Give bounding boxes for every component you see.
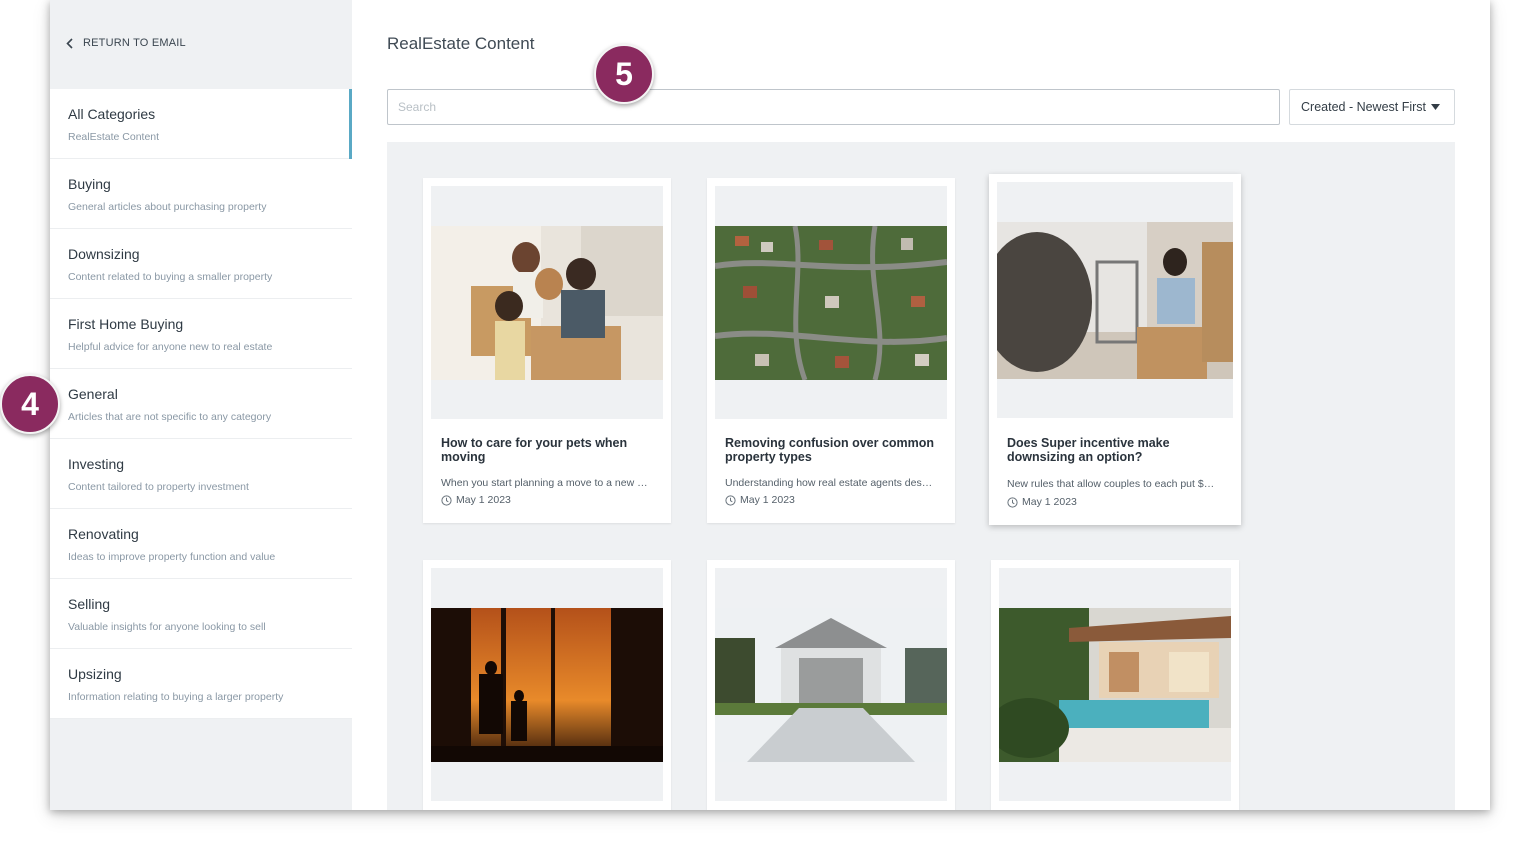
content-card[interactable]: How to care for your pets when moving Wh… (423, 178, 671, 523)
card-excerpt: New rules that allow couples to each put… (1007, 478, 1219, 490)
category-first-home-buying[interactable]: First Home Buying Helpful advice for any… (50, 299, 352, 369)
card-image-frame (999, 568, 1231, 801)
category-renovating[interactable]: Renovating Ideas to improve property fun… (50, 509, 352, 579)
category-description: Information relating to buying a larger … (68, 691, 284, 703)
content-card[interactable] (991, 560, 1239, 810)
category-description: Content tailored to property investment (68, 481, 249, 493)
content-card[interactable] (423, 560, 671, 810)
category-name: Selling (68, 596, 111, 612)
card-image-frame (715, 186, 947, 419)
category-description: Articles that are not specific to any ca… (68, 411, 272, 423)
content-card[interactable]: Does Super incentive make downsizing an … (989, 174, 1241, 525)
page-title: RealEstate Content (387, 34, 535, 53)
content-grid: How to care for your pets when moving Wh… (387, 142, 1455, 810)
category-investing[interactable]: Investing Content tailored to property i… (50, 439, 352, 509)
card-image-house-driveway (715, 608, 947, 762)
category-name: Upsizing (68, 666, 122, 682)
card-date-label: May 1 2023 (456, 494, 511, 506)
category-name: General (68, 386, 118, 402)
card-date: May 1 2023 (441, 494, 511, 506)
card-image-woman-unpacking (997, 222, 1233, 379)
category-buying[interactable]: Buying General articles about purchasing… (50, 159, 352, 229)
content-card[interactable] (707, 560, 955, 810)
clock-icon (1007, 496, 1018, 508)
category-name: All Categories (68, 106, 156, 122)
category-description: Helpful advice for anyone new to real es… (68, 341, 273, 353)
caret-down-icon (1431, 104, 1440, 110)
card-image-family-moving (431, 226, 663, 380)
category-name: Investing (68, 456, 125, 472)
card-date-label: May 1 2023 (740, 494, 795, 506)
category-general[interactable]: General Articles that are not specific t… (50, 369, 352, 439)
category-downsizing[interactable]: Downsizing Content related to buying a s… (50, 229, 352, 299)
card-date-label: May 1 2023 (1022, 496, 1077, 508)
card-date: May 1 2023 (725, 494, 795, 506)
category-description: RealEstate Content (68, 131, 160, 143)
return-to-email-link[interactable]: RETURN TO EMAIL (66, 37, 186, 49)
card-image-bushfire (431, 608, 663, 762)
card-title: How to care for your pets when moving (441, 436, 628, 464)
sort-dropdown[interactable]: Created - Newest First (1289, 89, 1455, 125)
category-description: General articles about purchasing proper… (68, 201, 267, 213)
step-badge-5: 5 (594, 44, 654, 104)
category-description: Content related to buying a smaller prop… (68, 271, 273, 283)
category-name: Renovating (68, 526, 139, 542)
card-image-house-pool (999, 608, 1231, 762)
content-card[interactable]: Removing confusion over common property … (707, 178, 955, 523)
category-list: All Categories RealEstate Content Buying… (50, 89, 352, 719)
card-excerpt: Understanding how real estate agents des… (725, 477, 937, 489)
category-all[interactable]: All Categories RealEstate Content (50, 89, 352, 159)
clock-icon (725, 494, 736, 506)
category-name: Buying (68, 176, 111, 192)
card-title: Does Super incentive make downsizing an … (1007, 436, 1170, 464)
chevron-left-icon (66, 37, 73, 49)
category-description: Ideas to improve property function and v… (68, 551, 276, 563)
category-name: Downsizing (68, 246, 140, 262)
category-upsizing[interactable]: Upsizing Information relating to buying … (50, 649, 352, 719)
return-to-email-label: RETURN TO EMAIL (83, 37, 186, 49)
main-content: RealEstate Content Created - Newest Firs… (352, 0, 1490, 810)
card-date: May 1 2023 (1007, 496, 1077, 508)
category-name: First Home Buying (68, 316, 184, 332)
card-image-frame (715, 568, 947, 801)
card-excerpt: When you start planning a move to a new … (441, 477, 653, 489)
category-selling[interactable]: Selling Valuable insights for anyone loo… (50, 579, 352, 649)
clock-icon (441, 494, 452, 506)
card-image-frame (997, 182, 1233, 418)
sort-label: Created - Newest First (1301, 100, 1427, 114)
card-image-aerial-suburb (715, 226, 947, 380)
search-input[interactable] (387, 89, 1280, 125)
app-window: RETURN TO EMAIL All Categories RealEstat… (50, 0, 1490, 810)
category-description: Valuable insights for anyone looking to … (68, 621, 266, 633)
card-image-frame (431, 186, 663, 419)
step-badge-4: 4 (0, 374, 60, 434)
sidebar: RETURN TO EMAIL All Categories RealEstat… (50, 0, 352, 810)
card-title: Removing confusion over common property … (725, 436, 935, 464)
card-image-frame (431, 568, 663, 801)
